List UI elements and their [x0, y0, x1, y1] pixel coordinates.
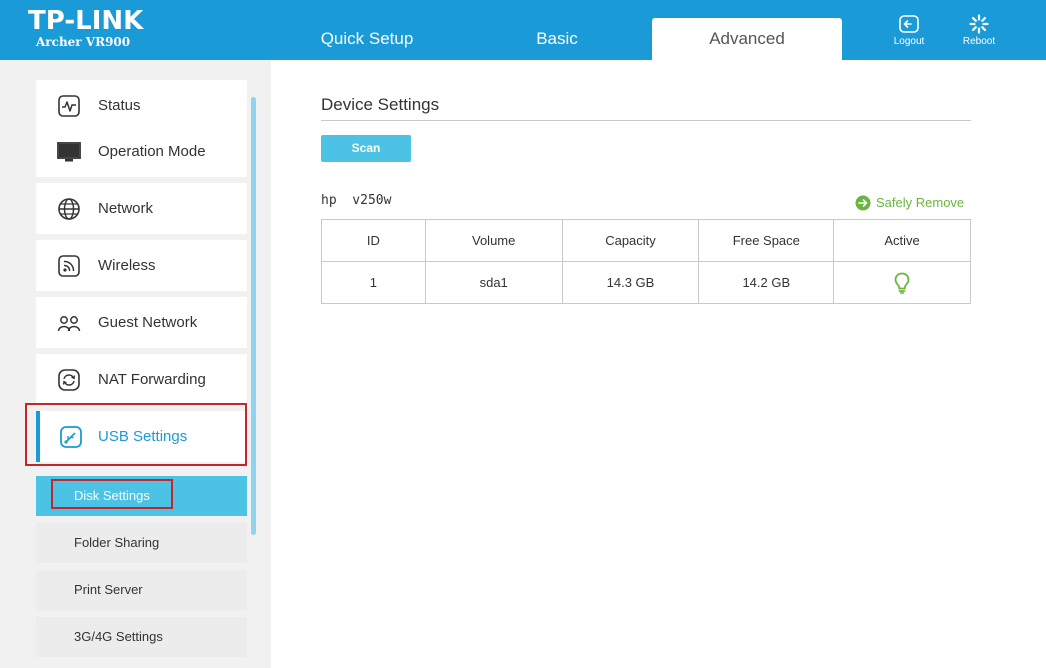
- cell-volume: sda1: [424, 261, 563, 304]
- bulb-icon[interactable]: [894, 272, 910, 294]
- sidebar-item-operation-mode[interactable]: Operation Mode: [36, 126, 247, 177]
- logout-label: Logout: [893, 36, 925, 47]
- sidebar-item-label: Operation Mode: [98, 143, 206, 160]
- reboot-button[interactable]: Reboot: [954, 14, 1004, 47]
- table-row: 1 sda1 14.3 GB 14.2 GB: [321, 261, 971, 304]
- column-header-active: Active: [833, 219, 971, 262]
- top-header: TP-LINK Archer VR900 Quick Setup Basic A…: [0, 0, 1046, 60]
- status-icon: [58, 95, 80, 117]
- sidebar-item-label: USB Settings: [98, 428, 188, 445]
- arrow-right-circle-icon: [855, 195, 871, 211]
- cell-id: 1: [321, 261, 426, 304]
- reboot-icon: [969, 14, 989, 34]
- tab-basic[interactable]: Basic: [482, 18, 632, 60]
- monitor-icon: [57, 142, 81, 162]
- wireless-icon: [58, 255, 80, 277]
- safely-remove-link[interactable]: Safely Remove: [855, 194, 964, 211]
- cell-capacity: 14.3 GB: [561, 261, 700, 304]
- logout-icon: [899, 15, 919, 33]
- model-name: Archer VR900: [36, 35, 131, 49]
- sidebar-item-label: NAT Forwarding: [98, 371, 206, 388]
- section-divider: [321, 120, 971, 121]
- scan-button[interactable]: Scan: [321, 135, 411, 162]
- guest-icon: [57, 316, 81, 332]
- sidebar-subitem-folder-sharing[interactable]: Folder Sharing: [36, 523, 247, 563]
- tab-advanced[interactable]: Advanced: [652, 18, 842, 60]
- sidebar-item-network[interactable]: Network: [36, 183, 247, 234]
- sidebar-subitem-print-server[interactable]: Print Server: [36, 570, 247, 610]
- column-header-free-space: Free Space: [698, 219, 835, 262]
- sidebar-subitem-disk-settings[interactable]: Disk Settings: [36, 476, 247, 516]
- sidebar-item-label: Status: [98, 97, 141, 114]
- sidebar-scrollbar[interactable]: [251, 97, 256, 535]
- sidebar-item-label: Wireless: [98, 257, 156, 274]
- globe-icon: [58, 198, 80, 220]
- sidebar-item-wireless[interactable]: Wireless: [36, 240, 247, 291]
- tp-link-logo: TP-LINK Archer VR900: [28, 7, 143, 49]
- sidebar-item-label: Guest Network: [98, 314, 198, 331]
- cell-active[interactable]: [833, 261, 971, 304]
- cell-free-space: 14.2 GB: [698, 261, 835, 304]
- device-name: hp v250w: [321, 193, 392, 208]
- sidebar-item-status[interactable]: Status: [36, 80, 247, 131]
- section-title: Device Settings: [321, 95, 440, 114]
- sidebar: Status Operation Mode Network Wireless G…: [0, 60, 271, 668]
- brand-name: TP-LINK: [28, 6, 144, 36]
- logout-button[interactable]: Logout: [884, 14, 934, 47]
- safely-remove-label: Safely Remove: [876, 195, 965, 211]
- table-header-row: ID Volume Capacity Free Space Active: [321, 219, 971, 262]
- column-header-capacity: Capacity: [561, 219, 700, 262]
- sidebar-item-nat-forwarding[interactable]: NAT Forwarding: [36, 354, 247, 405]
- sidebar-item-usb-settings[interactable]: USB Settings: [36, 411, 247, 462]
- tab-quick-setup[interactable]: Quick Setup: [292, 18, 442, 60]
- sidebar-item-label: Network: [98, 200, 154, 217]
- reboot-label: Reboot: [962, 36, 996, 47]
- column-header-id: ID: [321, 219, 426, 262]
- sidebar-subitem-3g4g-settings[interactable]: 3G/4G Settings: [36, 617, 247, 657]
- disk-table: ID Volume Capacity Free Space Active 1 s…: [321, 219, 971, 304]
- column-header-volume: Volume: [424, 219, 563, 262]
- main-content: Device Settings Scan hp v250w Safely Rem…: [271, 60, 1046, 668]
- nat-icon: [58, 369, 80, 391]
- sidebar-item-guest-network[interactable]: Guest Network: [36, 297, 247, 348]
- usb-icon: [60, 426, 82, 448]
